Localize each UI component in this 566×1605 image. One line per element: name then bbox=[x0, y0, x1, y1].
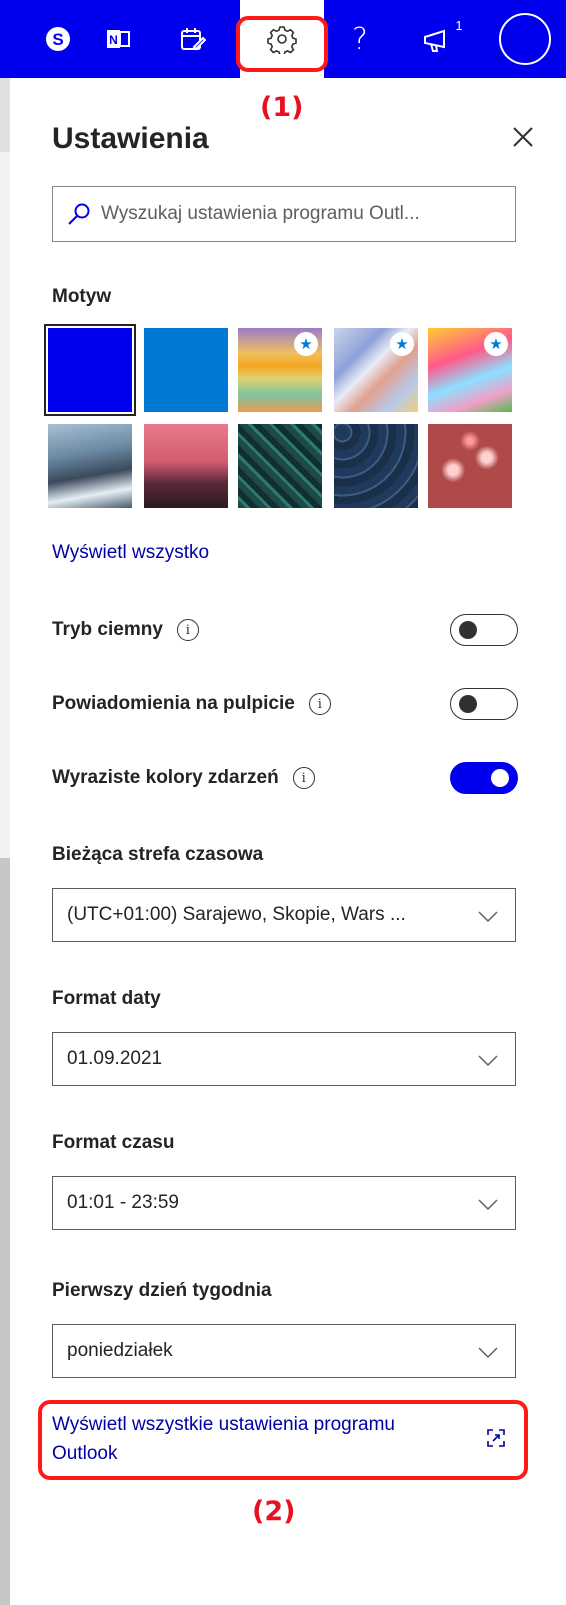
first-day-label: Pierwszy dzień tygodnia bbox=[52, 1280, 272, 1301]
vivid-colors-label: Wyraziste kolory zdarzeń bbox=[52, 767, 279, 788]
first-day-value: poniedziałek bbox=[67, 1340, 173, 1361]
date-format-value: 01.09.2021 bbox=[67, 1048, 163, 1069]
dark-mode-row: Tryb ciemny i bbox=[52, 610, 518, 650]
annotation-label-1: (1) bbox=[260, 92, 304, 123]
time-format-value: 01:01 - 23:59 bbox=[67, 1192, 179, 1213]
theme-tile-elevation[interactable] bbox=[334, 424, 418, 508]
search-icon bbox=[68, 203, 90, 225]
info-icon[interactable]: i bbox=[292, 767, 315, 789]
svg-text:S: S bbox=[52, 30, 63, 49]
annotation-label-2: (2) bbox=[252, 1496, 296, 1527]
theme-tile-mountain[interactable] bbox=[48, 424, 132, 508]
toggle-knob bbox=[459, 695, 477, 713]
theme-tile-rainbow[interactable]: ★ bbox=[238, 328, 322, 412]
notification-badge: 1 bbox=[448, 14, 470, 36]
premium-star-icon: ★ bbox=[294, 332, 318, 356]
search-placeholder: Wyszukaj ustawienia programu Outl... bbox=[101, 203, 420, 224]
svg-text:N: N bbox=[109, 33, 118, 47]
time-format-label: Format czasu bbox=[52, 1132, 175, 1153]
skype-icon[interactable]: S bbox=[38, 0, 78, 78]
left-scroll-strip bbox=[0, 78, 10, 1605]
vivid-colors-row: Wyraziste kolory zdarzeń i bbox=[52, 758, 518, 798]
vivid-colors-toggle[interactable] bbox=[450, 762, 518, 794]
date-format-dropdown[interactable]: 01.09.2021 bbox=[52, 1032, 516, 1086]
desktop-notifications-row: Powiadomienia na pulpicie i bbox=[52, 684, 518, 724]
theme-tile-bokeh[interactable] bbox=[428, 424, 512, 508]
time-format-dropdown[interactable]: 01:01 - 23:59 bbox=[52, 1176, 516, 1230]
timezone-label: Bieżąca strefa czasowa bbox=[52, 844, 264, 865]
toggle-knob bbox=[459, 621, 477, 639]
help-icon[interactable]: ? bbox=[340, 0, 380, 78]
chevron-down-icon bbox=[478, 1055, 498, 1067]
close-icon bbox=[513, 127, 533, 147]
theme-tile-blue[interactable] bbox=[44, 324, 136, 416]
timezone-value: (UTC+01:00) Sarajewo, Skopie, Wars ... bbox=[67, 904, 406, 925]
left-strip-segment bbox=[0, 78, 10, 152]
info-icon[interactable]: i bbox=[176, 619, 199, 641]
theme-label: Motyw bbox=[52, 286, 112, 307]
dark-mode-toggle[interactable] bbox=[450, 614, 518, 646]
theme-tile-circuit[interactable] bbox=[238, 424, 322, 508]
toggle-knob bbox=[491, 769, 509, 787]
avatar[interactable] bbox=[494, 0, 556, 78]
info-icon[interactable]: i bbox=[308, 693, 331, 715]
close-button[interactable] bbox=[506, 120, 540, 154]
view-all-themes-link[interactable]: Wyświetl wszystko bbox=[52, 542, 209, 564]
page-title: Ustawienia bbox=[52, 122, 209, 155]
dark-mode-label: Tryb ciemny bbox=[52, 619, 163, 640]
timezone-dropdown[interactable]: (UTC+01:00) Sarajewo, Skopie, Wars ... bbox=[52, 888, 516, 942]
left-strip-scrollbar[interactable] bbox=[0, 858, 10, 1605]
search-input[interactable]: Wyszukaj ustawienia programu Outl... bbox=[52, 186, 516, 242]
premium-star-icon: ★ bbox=[484, 332, 508, 356]
theme-tile-azure[interactable] bbox=[144, 328, 228, 412]
premium-star-icon: ★ bbox=[390, 332, 414, 356]
chevron-down-icon bbox=[478, 911, 498, 923]
megaphone-icon[interactable] bbox=[416, 0, 460, 78]
theme-tile-ribbons[interactable]: ★ bbox=[334, 328, 418, 412]
theme-tile-palms[interactable] bbox=[144, 424, 228, 508]
first-day-dropdown[interactable]: poniedziałek bbox=[52, 1324, 516, 1378]
desktop-notifications-toggle[interactable] bbox=[450, 688, 518, 720]
annotation-box-1 bbox=[236, 16, 328, 72]
onenote-icon[interactable]: N bbox=[98, 0, 138, 78]
chevron-down-icon bbox=[478, 1347, 498, 1359]
chevron-down-icon bbox=[478, 1199, 498, 1211]
date-format-label: Format daty bbox=[52, 988, 161, 1009]
view-all-settings-link[interactable]: Wyświetl wszystkie ustawienia programu O… bbox=[52, 1410, 452, 1468]
desktop-notifications-label: Powiadomienia na pulpicie bbox=[52, 693, 295, 714]
calendar-todo-icon[interactable] bbox=[172, 0, 212, 78]
open-popout-icon[interactable] bbox=[486, 1428, 506, 1448]
theme-tile-unicorn[interactable]: ★ bbox=[428, 328, 512, 412]
